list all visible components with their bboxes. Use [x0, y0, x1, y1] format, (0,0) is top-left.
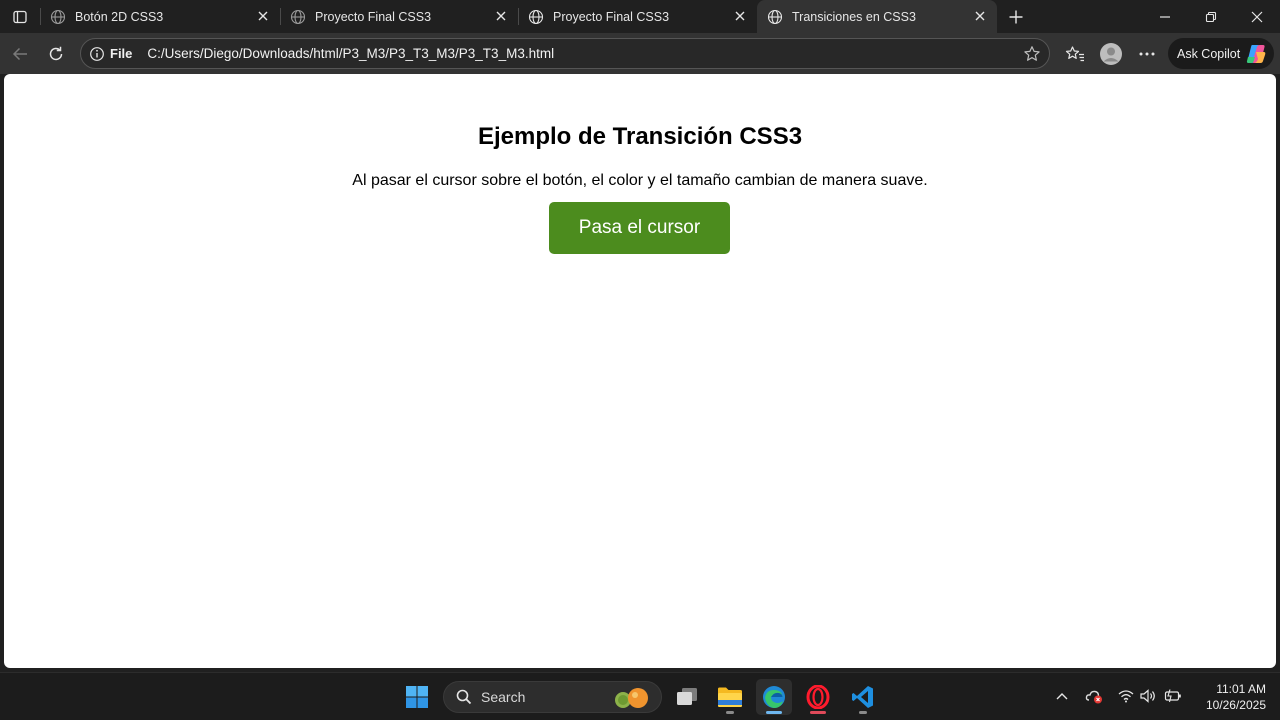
more-icon — [1139, 52, 1155, 56]
plus-icon — [1009, 10, 1023, 23]
tab-title: Proyecto Final CSS3 — [315, 9, 432, 24]
globe-icon — [290, 9, 306, 25]
address-bar[interactable]: File C:/Users/Diego/Downloads/html/P3_M3… — [80, 38, 1050, 69]
clock-date: 10/26/2025 — [1205, 698, 1266, 712]
search-icon — [456, 689, 472, 705]
copilot-logo-icon — [1246, 45, 1266, 63]
running-indicator — [859, 711, 867, 714]
show-hidden-icons-button[interactable] — [1053, 687, 1071, 705]
chevron-up-icon — [1056, 693, 1068, 700]
restore-button[interactable] — [1188, 0, 1234, 33]
volume-icon[interactable] — [1139, 687, 1157, 705]
active-indicator — [766, 711, 782, 714]
page-description: Al pasar el cursor sobre el botón, el co… — [352, 172, 928, 189]
tab-2[interactable]: Proyecto Final CSS3 — [280, 0, 518, 33]
task-view-icon — [677, 688, 697, 705]
running-indicator — [726, 711, 734, 714]
hover-demo-button[interactable]: Pasa el cursor — [549, 202, 730, 254]
page-title: Ejemplo de Transición CSS3 — [477, 123, 803, 150]
info-icon[interactable] — [89, 46, 105, 62]
task-view-button[interactable] — [669, 679, 705, 715]
vscode-icon — [852, 686, 873, 708]
close-icon — [1251, 11, 1263, 22]
clock-time: 11:01 AM — [1216, 682, 1266, 696]
more-options-button[interactable] — [1132, 39, 1162, 69]
search-highlight-icon — [615, 688, 648, 708]
system-clock[interactable]: 11:01 AM 10/26/2025 — [1196, 681, 1266, 713]
tab-3[interactable]: Proyecto Final CSS3 — [518, 0, 757, 33]
edge-icon — [763, 686, 785, 708]
favorites-button[interactable] — [1060, 39, 1090, 69]
ask-copilot-button[interactable]: Ask Copilot — [1168, 38, 1274, 69]
globe-icon — [528, 9, 544, 25]
battery-icon[interactable] — [1164, 687, 1182, 705]
tab-title: Botón 2D CSS3 — [75, 9, 164, 24]
tab-title: Transiciones en CSS3 — [792, 9, 916, 24]
close-window-button[interactable] — [1234, 0, 1280, 33]
running-indicator — [810, 711, 826, 714]
search-placeholder: Search — [481, 689, 526, 705]
folder-icon — [718, 687, 742, 707]
new-tab-button[interactable] — [999, 0, 1033, 33]
tab-actions-icon — [13, 10, 27, 23]
favorite-star-icon[interactable] — [1023, 45, 1041, 63]
windows-logo-icon — [406, 686, 428, 708]
favorites-icon — [1065, 46, 1084, 62]
page-viewport: Ejemplo de Transición CSS3 Al pasar el c… — [4, 74, 1276, 668]
browser-toolbar: File C:/Users/Diego/Downloads/html/P3_M3… — [0, 33, 1280, 74]
refresh-button[interactable] — [41, 39, 71, 69]
cloud-alert-icon — [1085, 690, 1102, 704]
start-button[interactable] — [399, 679, 435, 715]
taskbar: Search 11:01 AM 10/26/2025 — [0, 672, 1280, 720]
globe-icon — [767, 9, 783, 25]
minimize-button[interactable] — [1142, 0, 1188, 33]
vscode-taskbar-button[interactable] — [845, 679, 881, 715]
wifi-icon[interactable] — [1117, 687, 1135, 705]
copilot-label: Ask Copilot — [1177, 46, 1241, 61]
scheme-label: File — [110, 46, 133, 61]
file-explorer-button[interactable] — [712, 679, 748, 715]
tab-actions-button[interactable] — [0, 0, 40, 33]
profile-button[interactable] — [1096, 39, 1126, 69]
back-button[interactable] — [5, 39, 35, 69]
minimize-icon — [1160, 15, 1170, 18]
refresh-icon — [49, 46, 63, 61]
globe-icon — [50, 9, 66, 25]
opera-icon — [806, 685, 830, 709]
url-text[interactable]: C:/Users/Diego/Downloads/html/P3_M3/P3_T… — [147, 46, 554, 61]
tab-4-active[interactable]: Transiciones en CSS3 — [757, 0, 997, 33]
tray-app-icon[interactable] — [1085, 687, 1103, 705]
tab-1[interactable]: Botón 2D CSS3 — [40, 0, 280, 33]
close-tab-icon[interactable] — [733, 9, 747, 23]
restore-icon — [1205, 11, 1217, 22]
close-tab-icon[interactable] — [256, 9, 270, 23]
back-arrow-icon — [12, 47, 27, 61]
close-tab-icon[interactable] — [973, 9, 987, 23]
avatar — [1100, 43, 1122, 65]
tab-title: Proyecto Final CSS3 — [553, 9, 670, 24]
tab-strip: Botón 2D CSS3 Proyecto Final CSS3 Proyec… — [0, 0, 1280, 33]
opera-taskbar-button[interactable] — [800, 679, 836, 715]
taskbar-search[interactable]: Search — [443, 681, 662, 713]
edge-taskbar-button[interactable] — [756, 679, 792, 715]
close-tab-icon[interactable] — [494, 9, 508, 23]
